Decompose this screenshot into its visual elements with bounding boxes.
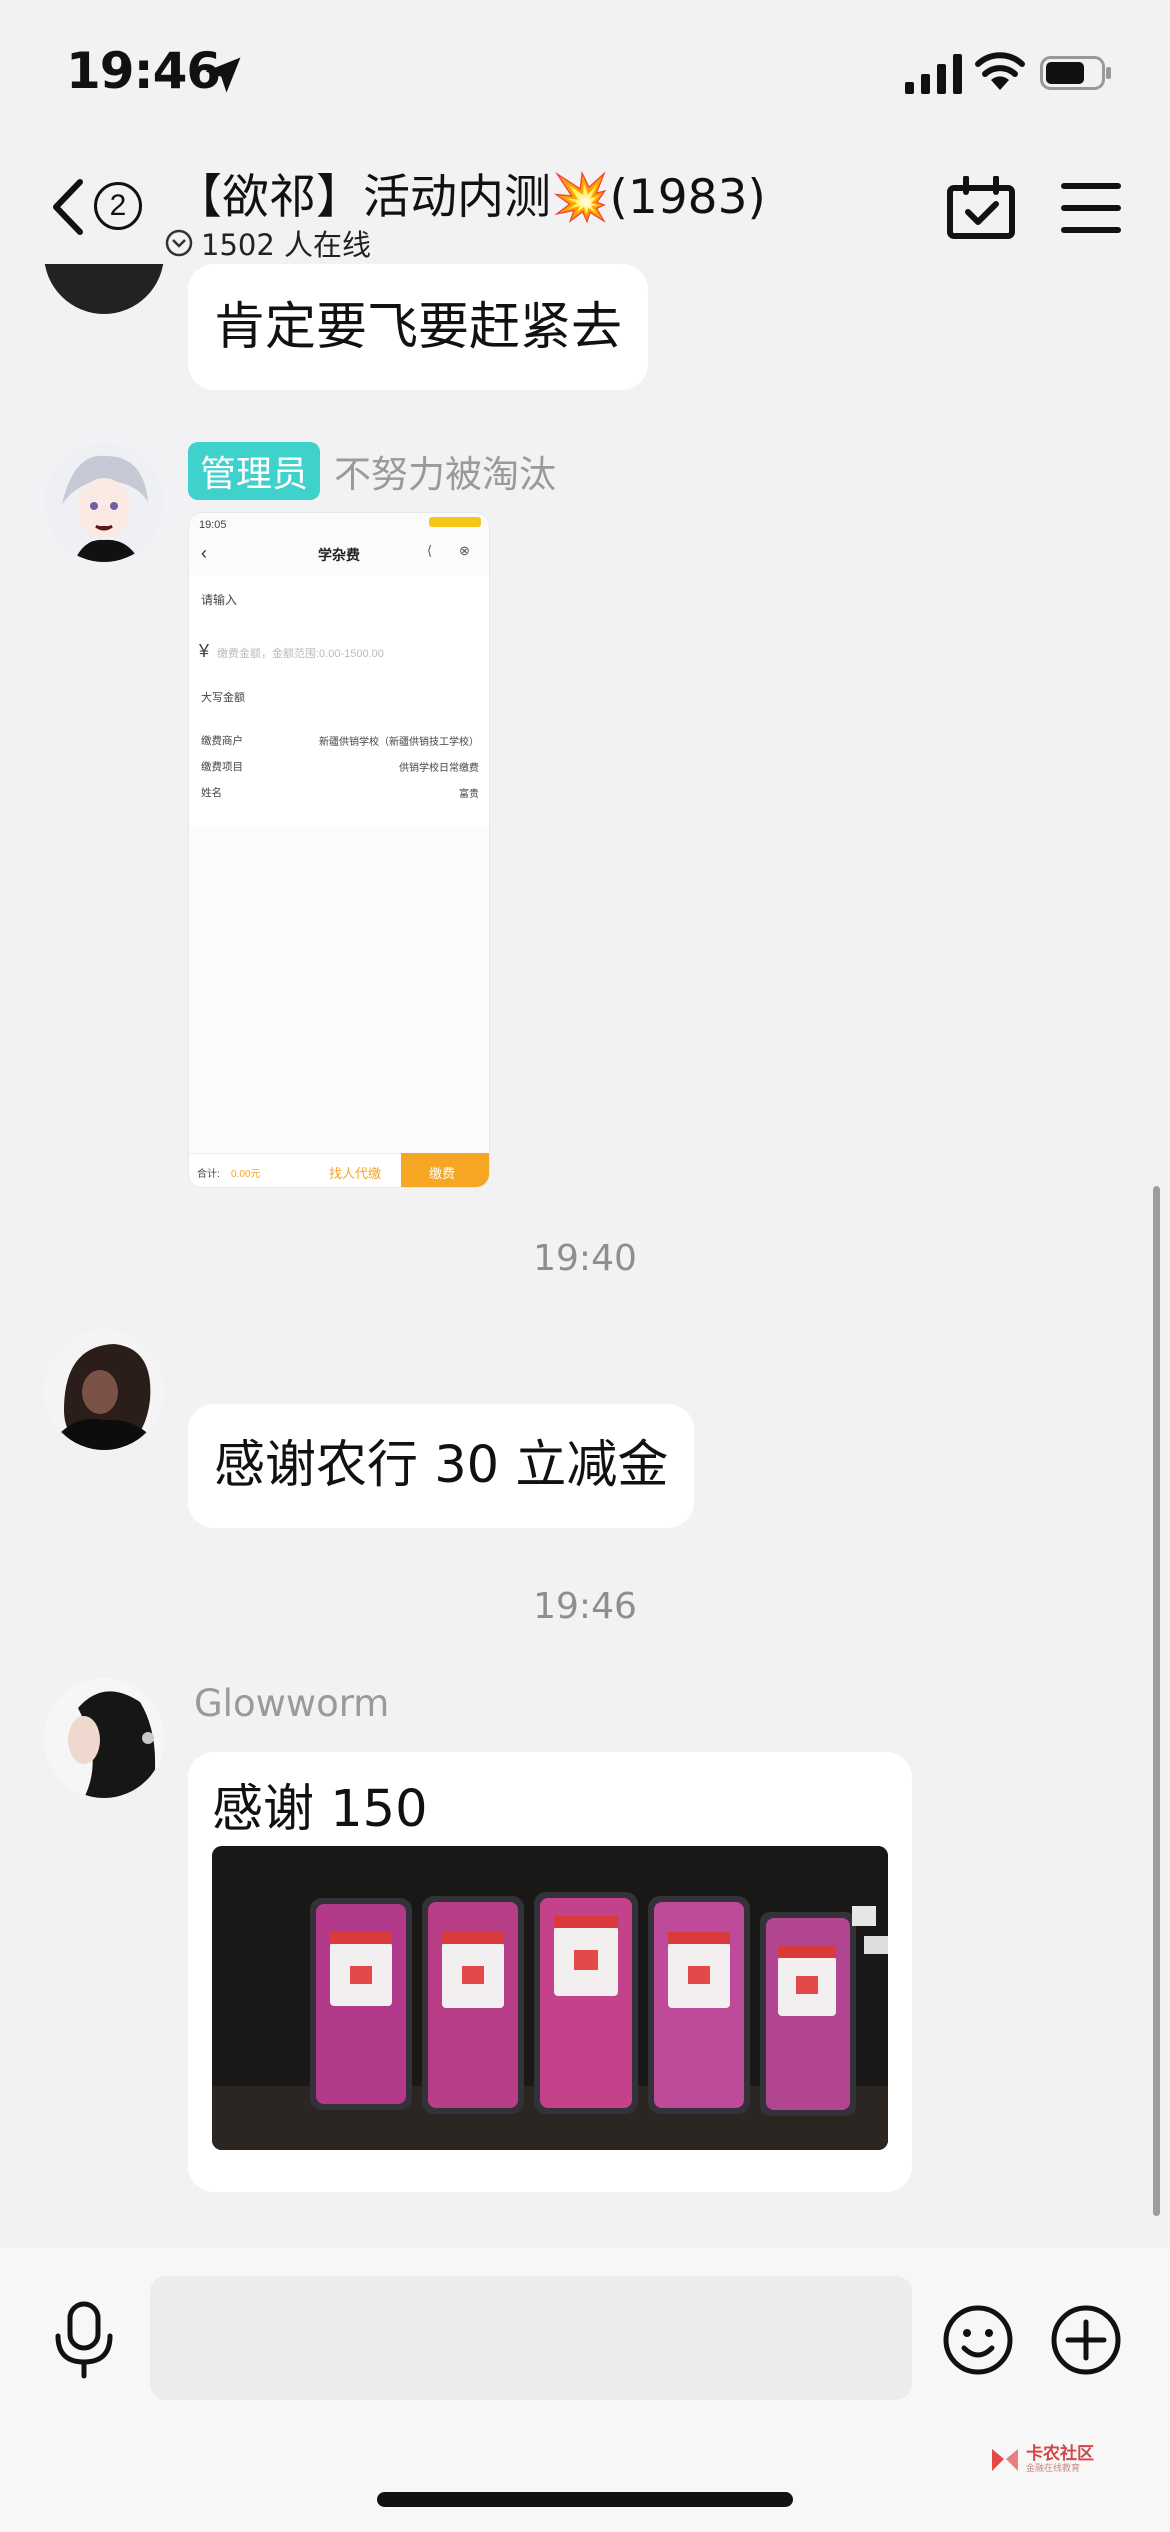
shot-input-label: 请输入 [201,593,238,607]
emoji-icon[interactable] [942,2304,1014,2376]
status-time: 19:46 [66,42,221,100]
chevron-down-circle-icon [165,229,193,257]
watermark-text: 卡农社区 [1026,2444,1094,2464]
screenshot-image[interactable]: 19:05 ‹ 学杂费 ⟨ ⊗ 请输入 ¥ 缴费金额，金额范围:0.00-150… [188,512,490,1188]
cellular-signal-icon [905,54,962,94]
admin-badge: 管理员 [188,442,321,500]
message-bubble[interactable]: 感谢农行 30 立减金 [188,1404,695,1528]
watermark: 卡农社区 金融在线教育 [988,2440,1118,2480]
time-separator: 19:40 [533,1238,637,1279]
watermark-logo-icon [992,2449,1018,2471]
group-title[interactable]: 【欲祁】活动内测💥(1983) [175,158,766,227]
shot-proxy-button: 找人代缴 [329,1166,382,1181]
shot-currency: ¥ [199,641,210,661]
person-avatar-image [44,1330,164,1450]
unread-count-badge: 2 [94,182,142,230]
shot-close-icon: ⊗ [459,543,470,558]
person-avatar-image [44,1678,164,1798]
anime-avatar-image [44,442,164,562]
shot-row-value: 富贵 [459,789,479,800]
avatar[interactable] [44,442,164,562]
online-count[interactable]: 1502 人在线 [165,222,371,264]
phones-photo[interactable] [212,1846,888,2150]
sender-name[interactable]: Glowworm [194,1682,389,1725]
chevron-left-icon [53,179,83,235]
shot-amount-placeholder: 缴费金额，金额范围:0.00-1500.00 [217,648,384,660]
home-indicator[interactable] [377,2492,793,2507]
phones-image [212,1846,888,2150]
message-input[interactable] [150,2276,912,2400]
shot-total-value: 0.00元 [231,1169,261,1180]
plus-circle-icon[interactable] [1050,2304,1122,2376]
back-button[interactable]: 2 [50,176,150,238]
sender-row: 管理员 不努力被淘汰 [188,442,556,500]
calendar-check-icon[interactable] [946,176,1016,240]
sender-name[interactable]: 不努力被淘汰 [334,444,556,498]
shot-row-label: 缴费项目 [201,761,243,773]
shot-row-value: 供销学校日常缴费 [399,763,479,774]
online-count-text: 1502 人在线 [201,228,372,262]
shot-row-label: 缴费商户 [201,735,243,747]
shot-pay-button: 缴费 [429,1166,456,1181]
microphone-icon[interactable] [52,2300,116,2380]
battery-icon [1040,56,1111,90]
time-separator: 19:46 [533,1586,637,1627]
avatar[interactable] [44,1678,164,1798]
message-bubble[interactable]: 肯定要飞要赶紧去 [188,264,649,390]
shot-row-value: 新疆供销学校（新疆供销技工学校） [319,737,479,748]
shot-share-icon: ⟨ [427,543,433,558]
shot-battery-icon [429,517,481,527]
shot-capital-label: 大写金额 [201,692,245,704]
watermark-subtext: 金融在线教育 [1026,2464,1081,2474]
shot-row-label: 姓名 [201,787,222,799]
shot-title: 学杂费 [318,547,360,563]
location-arrow-icon [205,57,241,93]
menu-icon[interactable] [1060,182,1122,234]
wifi-icon [975,52,1025,90]
scrollbar[interactable] [1153,1186,1160,2216]
message-text: 感谢 150 [212,1780,428,1839]
avatar[interactable] [44,1330,164,1450]
